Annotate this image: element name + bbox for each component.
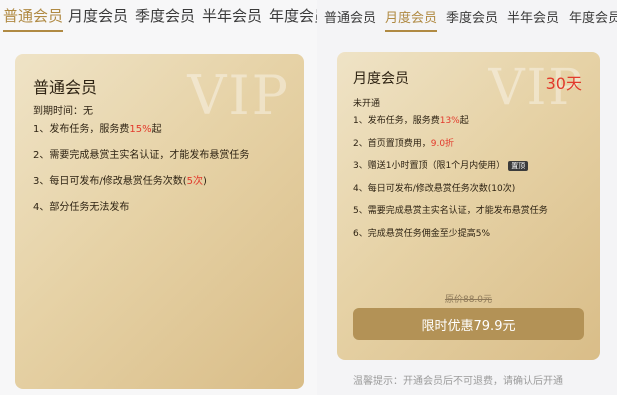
tab-quarterly[interactable]: 季度会员 [135, 5, 195, 26]
duration-label: 30天 [545, 74, 582, 93]
tab-half-year[interactable]: 半年会员 [202, 5, 262, 26]
membership-tabs: 普通会员 月度会员 季度会员 半年会员 年度会员 [0, 0, 317, 36]
notice-text: 温馨提示：开通会员后不可退费，请确认后开通 [353, 376, 563, 387]
benefit-item: 6、完成悬赏任务佣金至少提高5% [353, 228, 491, 239]
benefit-item: 1、发布任务，服务费13%起 [353, 116, 469, 126]
expiry-info: 到期时间：无 [33, 102, 93, 117]
vip-watermark: VIP [187, 64, 290, 127]
benefit-item: 3、赠送1小时置顶（限1个月内使用） 置顶 [353, 159, 548, 182]
pin-badge: 置顶 [508, 160, 529, 171]
expiry-value: 无 [83, 106, 93, 117]
benefit-item: 3、每日可发布/修改悬赏任务次数(5次) [33, 176, 207, 187]
benefit-list: 1、发布任务，服务费13%起 2、首页置顶费用，9.0折 3、赠送1小时置顶（限… [353, 114, 548, 250]
tab-half-year[interactable]: 半年会员 [507, 7, 559, 26]
card-title: 普通会员 [33, 78, 98, 97]
benefit-list: 1、发布任务，服务费15%起 2、需要完成悬赏主实名认证，才能发布悬赏任务 3、… [33, 123, 249, 227]
tab-basic[interactable]: 普通会员 [3, 5, 64, 32]
benefit-item: 2、首页置顶费用，9.0折 [353, 138, 455, 149]
tab-yearly[interactable]: 年度会员 [269, 5, 317, 26]
membership-tabs: 普通会员 月度会员 季度会员 半年会员 年度会员 [317, 0, 617, 36]
tab-yearly[interactable]: 年度会员 [569, 7, 617, 26]
membership-card-monthly: VIP 月度会员 30天 未开通 1、发布任务，服务费13%起 2、首页置顶费用… [337, 52, 600, 360]
expiry-label: 到期时间： [33, 106, 83, 117]
benefit-item: 2、需要完成悬赏主实名认证，才能发布悬赏任务 [33, 150, 250, 161]
benefit-item: 4、每日可发布/修改悬赏任务次数(10次) [353, 183, 516, 194]
tab-basic[interactable]: 普通会员 [324, 7, 376, 26]
tab-monthly[interactable]: 月度会员 [68, 5, 128, 26]
original-price: 原价88.0元 [444, 295, 493, 305]
purchase-button[interactable]: 限时优惠79.9元 [353, 308, 584, 340]
benefit-item: 5、需要完成悬赏主实名认证，才能发布悬赏任务 [353, 206, 548, 217]
membership-panel-monthly: 普通会员 月度会员 季度会员 半年会员 年度会员 VIP 月度会员 30天 未开… [317, 0, 617, 395]
tab-quarterly[interactable]: 季度会员 [446, 7, 498, 26]
membership-panel-basic: 普通会员 月度会员 季度会员 半年会员 年度会员 VIP 普通会员 到期时间：无… [0, 0, 317, 395]
card-title: 月度会员 [353, 71, 409, 87]
benefit-item: 1、发布任务，服务费15%起 [33, 124, 162, 135]
status-label: 未开通 [353, 99, 381, 109]
membership-card-basic: VIP 普通会员 到期时间：无 1、发布任务，服务费15%起 2、需要完成悬赏主… [15, 54, 304, 389]
benefit-item: 4、部分任务无法发布 [33, 202, 130, 213]
tab-monthly[interactable]: 月度会员 [385, 7, 438, 32]
